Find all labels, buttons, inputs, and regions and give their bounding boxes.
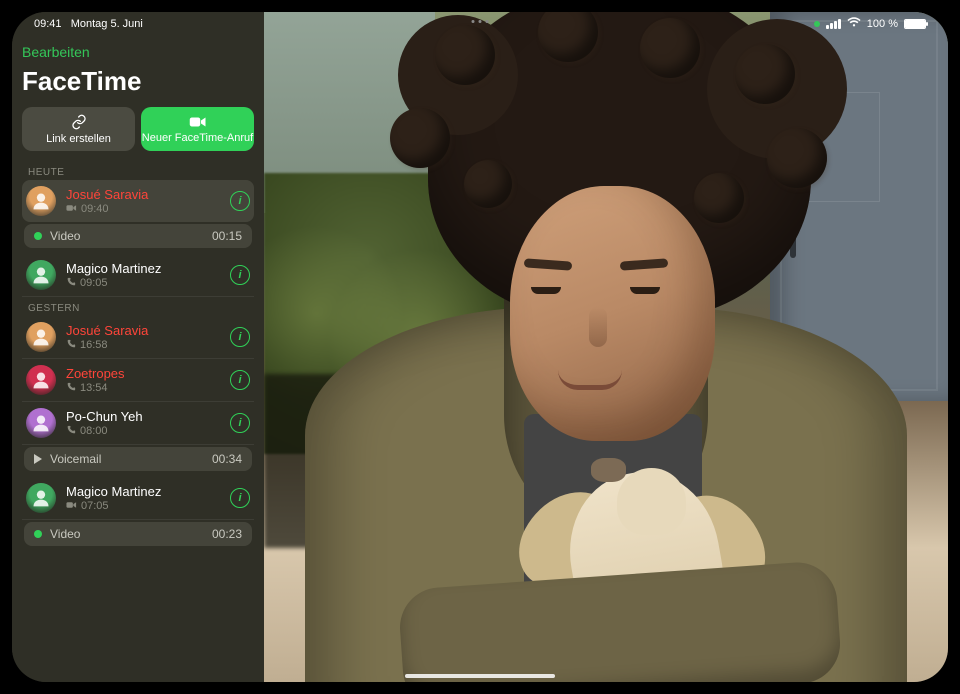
video-attachment[interactable]: Video 00:15 [24, 224, 252, 248]
avatar [26, 260, 56, 290]
person-face [510, 186, 715, 441]
call-name: Po-Chun Yeh [66, 409, 220, 424]
sidebar: Bearbeiten FaceTime Link erstellen Neuer… [12, 12, 264, 682]
camera-indicator-icon [814, 21, 820, 27]
info-button[interactable]: i [230, 327, 250, 347]
status-bar: 09:41 Montag 5. Juni 100 % [12, 12, 948, 34]
video-icon [189, 115, 207, 129]
unread-dot-icon [34, 232, 42, 240]
create-link-button[interactable]: Link erstellen [22, 107, 135, 151]
avatar [26, 322, 56, 352]
section-label: HEUTE [28, 167, 248, 178]
call-name: Josué Saravia [66, 187, 220, 202]
multitask-dots[interactable] [472, 20, 489, 23]
call-row[interactable]: Po-Chun Yeh08:00 i [22, 402, 254, 445]
new-facetime-label: Neuer FaceTime-Anruf [142, 132, 253, 144]
cellular-icon [826, 19, 841, 29]
voicemail-attachment[interactable]: Voicemail 00:34 [24, 447, 252, 471]
call-row[interactable]: Josué Saravia09:40 i [22, 180, 254, 222]
unread-dot-icon [34, 530, 42, 538]
battery-text: 100 % [867, 18, 898, 30]
info-button[interactable]: i [230, 488, 250, 508]
info-button[interactable]: i [230, 370, 250, 390]
attachment-duration: 00:23 [212, 527, 242, 541]
video-attachment[interactable]: Video 00:23 [24, 522, 252, 546]
call-row[interactable]: Magico Martinez09:05 i [22, 254, 254, 297]
call-meta: 09:40 [66, 203, 220, 215]
video-icon [66, 204, 77, 215]
call-row[interactable]: Josué Saravia16:58 i [22, 316, 254, 359]
call-meta: 16:58 [66, 339, 220, 352]
attachment-label: Video [50, 527, 80, 541]
call-name: Magico Martinez [66, 261, 220, 276]
info-button[interactable]: i [230, 413, 250, 433]
status-time: 09:41 [34, 18, 62, 30]
link-icon [71, 114, 87, 130]
call-meta: 08:00 [66, 425, 220, 438]
home-indicator[interactable] [405, 674, 555, 678]
call-name: Zoetropes [66, 366, 220, 381]
battery-icon [904, 19, 926, 29]
call-meta: 09:05 [66, 277, 220, 290]
avatar [26, 408, 56, 438]
info-button[interactable]: i [230, 191, 250, 211]
create-link-label: Link erstellen [46, 133, 111, 145]
call-name: Josué Saravia [66, 323, 220, 338]
info-button[interactable]: i [230, 265, 250, 285]
call-row[interactable]: Zoetropes13:54 i [22, 359, 254, 402]
attachment-duration: 00:34 [212, 452, 242, 466]
avatar [26, 483, 56, 513]
status-date: Montag 5. Juni [71, 18, 143, 30]
phone-icon [66, 339, 76, 352]
attachment-label: Voicemail [50, 452, 101, 466]
avatar [26, 186, 56, 216]
play-icon [34, 454, 42, 464]
call-meta: 13:54 [66, 382, 220, 395]
avatar [26, 365, 56, 395]
app-title: FaceTime [22, 66, 254, 97]
edit-button[interactable]: Bearbeiten [22, 42, 254, 62]
facetime-video[interactable] [264, 12, 948, 682]
wifi-icon [847, 17, 861, 31]
phone-icon [66, 277, 76, 290]
video-icon [66, 501, 77, 512]
call-row[interactable]: Magico Martinez07:05 i [22, 477, 254, 520]
section-label: GESTERN [28, 303, 248, 314]
call-name: Magico Martinez [66, 484, 220, 499]
new-facetime-button[interactable]: Neuer FaceTime-Anruf [141, 107, 254, 151]
attachment-duration: 00:15 [212, 229, 242, 243]
phone-icon [66, 382, 76, 395]
call-meta: 07:05 [66, 500, 220, 512]
phone-icon [66, 425, 76, 438]
attachment-label: Video [50, 229, 80, 243]
